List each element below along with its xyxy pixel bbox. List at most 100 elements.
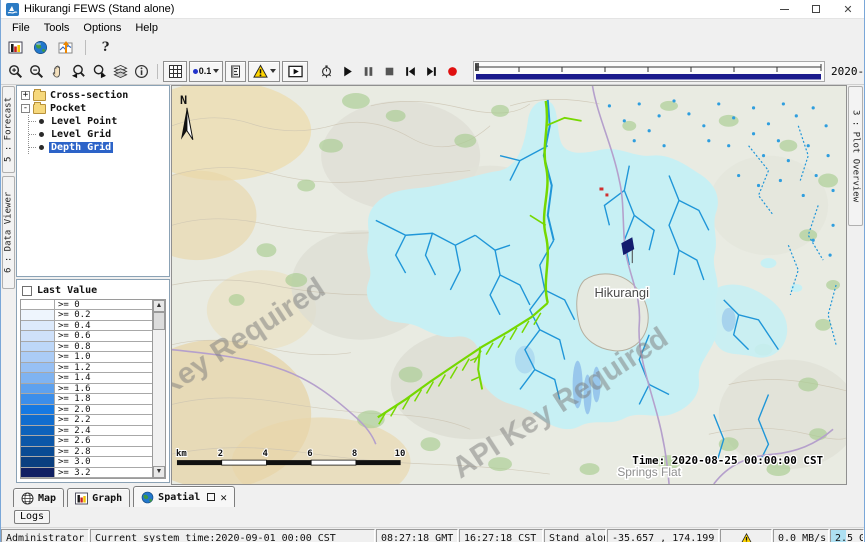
timeline-datetime: 2020-08-25 00:00:00 CST <box>831 65 865 78</box>
scroll-up-icon[interactable]: ▲ <box>153 300 165 312</box>
tab-spatial-label: Spatial <box>158 492 200 503</box>
tree-connector <box>29 121 36 122</box>
tree-node-pocket[interactable]: - Pocket <box>19 102 167 115</box>
maximize-button[interactable] <box>800 0 832 18</box>
tree-node-depth-grid[interactable]: Depth Grid <box>29 141 167 154</box>
legend-edit-button[interactable] <box>225 61 246 82</box>
status-gmt-time: 08:27:18 GMT <box>376 529 458 542</box>
info-button[interactable] <box>131 61 152 81</box>
folder-icon <box>33 91 46 101</box>
zoom-previous-icon <box>71 64 86 79</box>
zoom-next-button[interactable] <box>89 61 110 81</box>
pause-button[interactable] <box>358 61 379 81</box>
legend-class-label: >= 0.6 <box>55 331 152 341</box>
tab-plot-overview[interactable]: 3 : Plot Overview <box>848 86 863 226</box>
legend-swatch <box>21 436 55 446</box>
legend-swatch <box>21 468 55 478</box>
minimize-button[interactable] <box>768 0 800 18</box>
animation-panel-button[interactable] <box>282 61 308 82</box>
scroll-down-icon[interactable]: ▼ <box>153 466 165 478</box>
timeline-slider[interactable] <box>473 61 825 82</box>
status-bar: Administrator Current system time:2020-0… <box>1 528 864 542</box>
zoom-out-button[interactable] <box>26 61 47 81</box>
legend-swatch <box>21 321 55 331</box>
menu-item[interactable]: Tools <box>37 21 77 35</box>
tab-spatial[interactable]: Spatial ✕ <box>133 486 235 507</box>
record-button[interactable] <box>442 61 463 81</box>
legend-class-label: >= 0.2 <box>55 310 152 320</box>
tab-forecast[interactable]: 5 : Forecast <box>2 86 15 173</box>
status-local-time: 16:27:18 CST <box>459 529 543 542</box>
main-area: 5 : Forecast 6 : Data Viewer + Cross-sec… <box>1 85 864 485</box>
zoom-previous-button[interactable] <box>68 61 89 81</box>
legend-class-list: >= 0 >= 0.2 >= 0.4 <box>21 300 152 479</box>
bottom-tab-bar: Map Graph Spatial ✕ <box>1 485 864 507</box>
title-bar: Hikurangi FEWS (Stand alone) ✕ <box>1 0 864 19</box>
skip-end-button[interactable] <box>421 61 442 81</box>
last-value-checkbox[interactable] <box>22 286 32 296</box>
expand-icon[interactable]: + <box>21 91 30 100</box>
close-button[interactable]: ✕ <box>832 0 864 18</box>
menu-item[interactable]: Help <box>128 21 165 35</box>
logs-row: Logs <box>1 507 864 528</box>
layers-button[interactable] <box>110 61 131 81</box>
pan-button[interactable] <box>47 61 68 81</box>
legend-row: >= 0.2 <box>21 310 152 321</box>
grid-toggle-button[interactable] <box>163 61 187 82</box>
tab-graph[interactable]: Graph <box>67 488 130 507</box>
tree-node-cross-section[interactable]: + Cross-section <box>19 89 167 102</box>
scale-tick: 6 <box>307 449 312 459</box>
scale-tick: 10 <box>395 449 406 459</box>
scroll-track[interactable] <box>153 330 165 467</box>
scroll-thumb[interactable] <box>153 312 165 330</box>
collapse-icon[interactable]: - <box>21 104 30 113</box>
warnings-dropdown[interactable] <box>248 61 280 82</box>
map-canvas[interactable]: Hikurangi Springs Flat API Key Required … <box>171 85 847 485</box>
status-memory: 2.5 GB <box>830 529 864 542</box>
status-user: Administrator <box>1 529 89 542</box>
graph-tab-icon <box>75 492 88 505</box>
play-button[interactable] <box>337 61 358 81</box>
stop-button[interactable] <box>379 61 400 81</box>
spatial-display-button[interactable] <box>30 37 51 57</box>
locality-label: Springs Flat <box>617 465 681 479</box>
legend-scrollbar[interactable]: ▲ ▼ <box>152 300 165 479</box>
warning-icon <box>740 533 753 542</box>
tab-data-viewer[interactable]: 6 : Data Viewer <box>2 176 15 289</box>
tab-map[interactable]: Map <box>13 488 64 507</box>
animation-settings-button[interactable] <box>316 61 337 81</box>
toolbar-separator <box>157 64 158 79</box>
legend-class-label: >= 3.2 <box>55 468 152 478</box>
scale-unit: km <box>176 449 187 459</box>
menu-item[interactable]: File <box>5 21 37 35</box>
tab-close-icon[interactable]: ✕ <box>220 491 227 504</box>
spatial-tab-icon <box>141 491 154 504</box>
zoom-in-button[interactable] <box>5 61 26 81</box>
timeseries-dialog-button[interactable] <box>55 37 76 57</box>
tree-connector <box>29 147 36 148</box>
help-button[interactable]: ? <box>95 37 116 57</box>
legend-row: >= 2.8 <box>21 447 152 458</box>
legend-row: >= 3.0 <box>21 457 152 468</box>
tree-node-level-point[interactable]: Level Point <box>29 115 167 128</box>
tree-label: Level Grid <box>49 129 113 140</box>
database-viewer-button[interactable] <box>5 37 26 57</box>
status-system-time: Current system time:2020-09-01 00:00 CST <box>90 529 375 542</box>
animation-panel-icon <box>288 64 303 79</box>
precision-dropdown[interactable]: 0.1 <box>189 61 223 82</box>
logs-button[interactable]: Logs <box>14 510 50 524</box>
skip-end-icon <box>425 65 438 78</box>
menu-item[interactable]: Options <box>76 21 128 35</box>
tree-node-level-grid[interactable]: Level Grid <box>29 128 167 141</box>
fews-logo-icon <box>6 3 19 16</box>
tree-label: Level Point <box>49 116 119 127</box>
skip-start-button[interactable] <box>400 61 421 81</box>
map-tab-icon <box>21 492 34 505</box>
bullet-icon <box>39 119 44 124</box>
legend-body: >= 0 >= 0.2 >= 0.4 <box>20 299 166 480</box>
status-warning-cell[interactable] <box>720 529 772 542</box>
tab-maximize-icon[interactable] <box>207 493 215 501</box>
window-title: Hikurangi FEWS (Stand alone) <box>24 3 174 15</box>
legend-swatch <box>21 447 55 457</box>
legend-row: >= 0.4 <box>21 321 152 332</box>
